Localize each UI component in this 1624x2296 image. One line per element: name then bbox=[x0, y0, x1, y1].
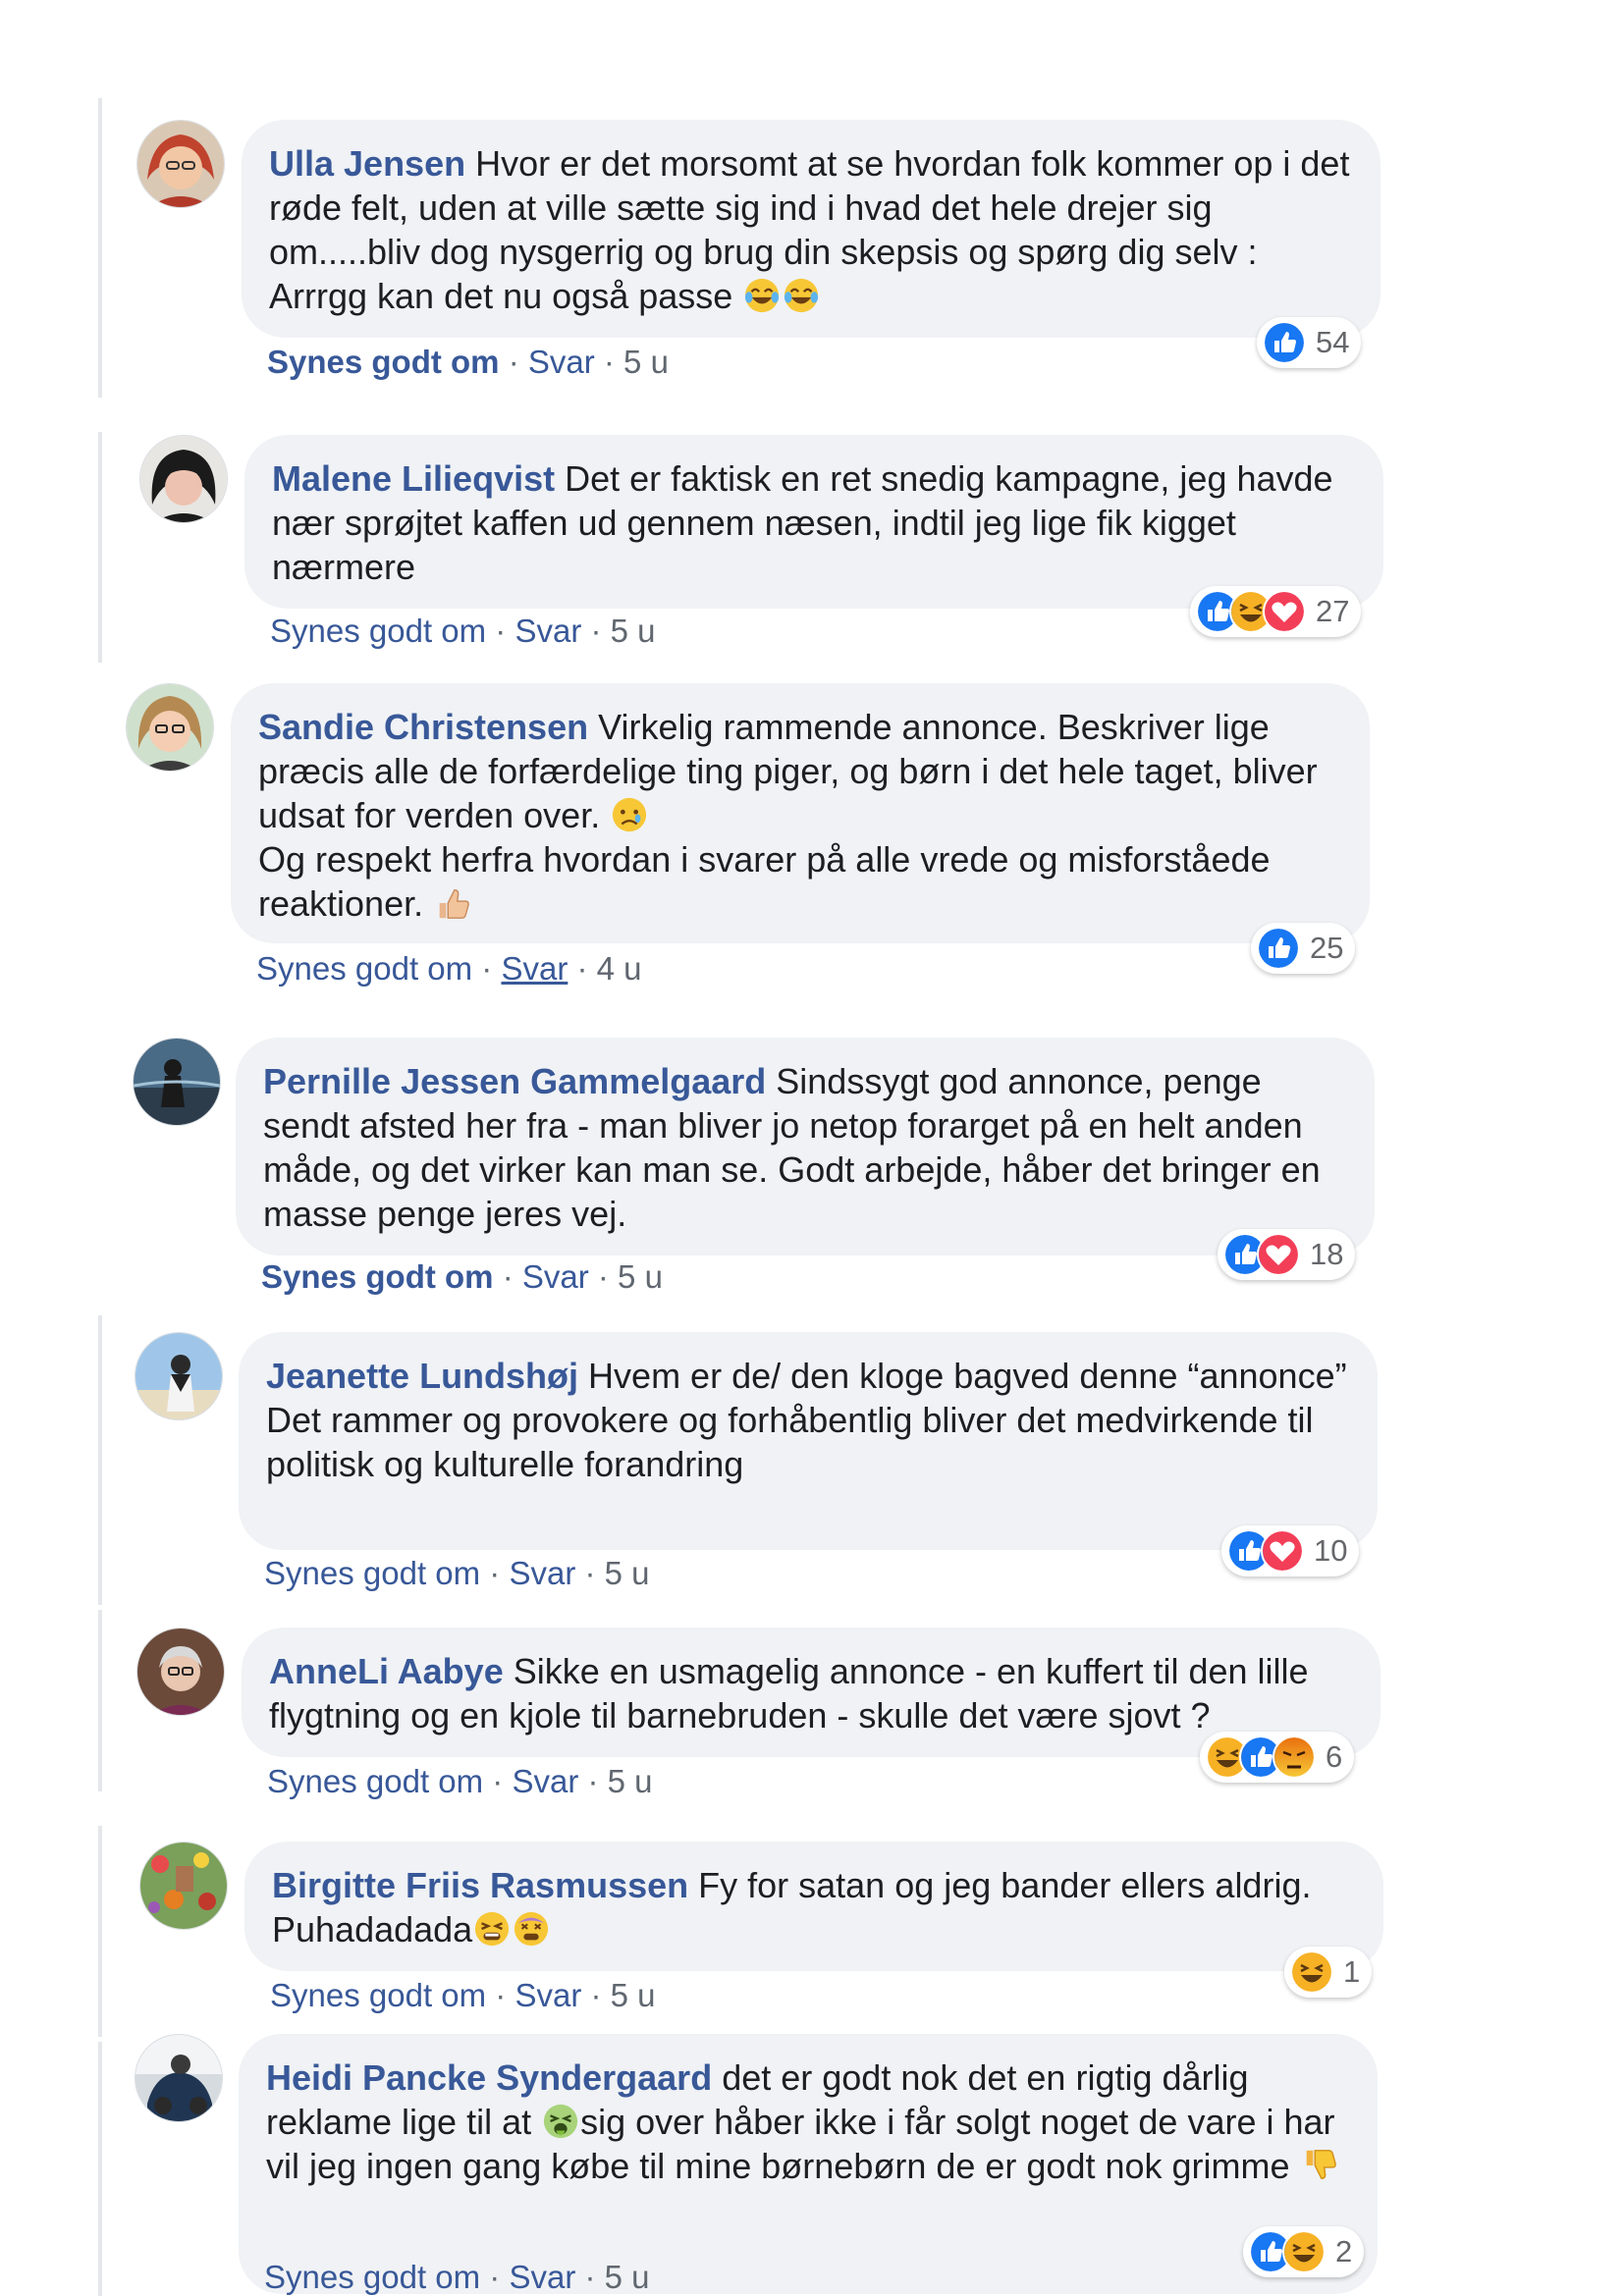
comment-timestamp[interactable]: 5 u bbox=[611, 613, 656, 649]
like-link[interactable]: Synes godt om bbox=[261, 1258, 494, 1295]
sad-tear-emoji bbox=[611, 796, 648, 833]
like-link[interactable]: Synes godt om bbox=[264, 1555, 480, 1591]
comment-actions: Synes godt om · Svar · 5 u bbox=[270, 1977, 656, 2013]
like-link[interactable]: Synes godt om bbox=[270, 613, 486, 649]
avatar[interactable] bbox=[139, 1842, 228, 1930]
comment-bubble: Sandie Christensen Virkelig rammende ann… bbox=[231, 683, 1370, 943]
comment-actions: Synes godt om · Svar · 4 u bbox=[256, 950, 642, 987]
love-reaction-icon bbox=[1263, 590, 1306, 633]
comment-text: Og respekt herfra hvordan i svarer på al… bbox=[258, 839, 1280, 924]
love-reaction-icon bbox=[1257, 1233, 1300, 1276]
tears-of-joy-emoji bbox=[743, 277, 781, 314]
like-link[interactable]: Synes godt om bbox=[270, 1977, 486, 2013]
thread-line bbox=[98, 2042, 102, 2296]
reply-link[interactable]: Svar bbox=[509, 1555, 575, 1591]
tears-of-joy-emoji bbox=[783, 277, 820, 314]
reply-link[interactable]: Svar bbox=[501, 950, 568, 987]
thread-line bbox=[98, 432, 102, 663]
like-link[interactable]: Synes godt om bbox=[267, 344, 500, 380]
reply-link[interactable]: Svar bbox=[512, 1763, 578, 1799]
reaction-summary[interactable]: 6 bbox=[1200, 1732, 1355, 1783]
reaction-summary[interactable]: 1 bbox=[1284, 1947, 1373, 1998]
comment-bubble: Malene Lilieqvist Det er faktisk en ret … bbox=[244, 435, 1383, 609]
avatar[interactable] bbox=[139, 435, 228, 523]
thread-line bbox=[98, 1826, 102, 2037]
reaction-summary[interactable]: 25 bbox=[1251, 923, 1356, 974]
thumbs-down-emoji bbox=[1301, 2147, 1338, 2184]
comment-bubble: Birgitte Friis Rasmussen Fy for satan og… bbox=[244, 1842, 1383, 1971]
reply-link[interactable]: Svar bbox=[514, 1977, 581, 2013]
reply-link[interactable]: Svar bbox=[514, 613, 581, 649]
tired-face-emoji bbox=[473, 1910, 511, 1948]
comment-actions: Synes godt om · Svar · 5 u bbox=[267, 1763, 653, 1799]
comment-actions: Synes godt om · Svar · 5 u bbox=[264, 2259, 650, 2295]
comment-author[interactable]: AnneLi Aabye bbox=[269, 1651, 504, 1691]
reaction-count: 1 bbox=[1343, 1954, 1361, 1989]
thread-line bbox=[98, 1315, 102, 1605]
comment-author[interactable]: Pernille Jessen Gammelgaard bbox=[263, 1061, 766, 1101]
like-reaction-icon bbox=[1263, 321, 1306, 364]
comment-bubble: Ulla Jensen Hvor er det morsomt at se hv… bbox=[242, 120, 1380, 338]
reaction-count: 25 bbox=[1310, 931, 1344, 965]
vomiting-face-emoji bbox=[542, 2103, 579, 2140]
reaction-summary[interactable]: 54 bbox=[1257, 317, 1362, 368]
comment-timestamp[interactable]: 5 u bbox=[618, 1258, 663, 1295]
comment-timestamp[interactable]: 5 u bbox=[623, 344, 669, 380]
comment-author[interactable]: Birgitte Friis Rasmussen bbox=[272, 1865, 688, 1905]
thumbs-up-emoji bbox=[434, 884, 471, 922]
comment-timestamp[interactable]: 5 u bbox=[608, 1763, 653, 1799]
comment-author[interactable]: Sandie Christensen bbox=[258, 707, 588, 747]
comment-timestamp[interactable]: 5 u bbox=[611, 1977, 656, 2013]
reaction-summary[interactable]: 18 bbox=[1218, 1229, 1356, 1280]
like-link[interactable]: Synes godt om bbox=[264, 2259, 480, 2295]
reaction-count: 10 bbox=[1314, 1533, 1348, 1568]
avatar[interactable] bbox=[135, 1332, 223, 1420]
like-reaction-icon bbox=[1257, 927, 1300, 970]
comment-author[interactable]: Malene Lilieqvist bbox=[272, 458, 555, 499]
reply-link[interactable]: Svar bbox=[509, 2259, 575, 2295]
reaction-count: 27 bbox=[1316, 594, 1350, 628]
reaction-summary[interactable]: 10 bbox=[1221, 1525, 1360, 1576]
comment-actions: Synes godt om · Svar · 5 u bbox=[270, 613, 656, 649]
reaction-count: 54 bbox=[1316, 325, 1350, 359]
like-link[interactable]: Synes godt om bbox=[256, 950, 472, 987]
reply-link[interactable]: Svar bbox=[522, 1258, 589, 1295]
comment-bubble: Pernille Jessen Gammelgaard Sindssygt go… bbox=[236, 1038, 1375, 1255]
dizzy-face-emoji bbox=[513, 1910, 550, 1948]
comment-author[interactable]: Ulla Jensen bbox=[269, 143, 465, 184]
comment-bubble: Heidi Pancke Syndergaard det er godt nok… bbox=[239, 2034, 1378, 2294]
like-link[interactable]: Synes godt om bbox=[267, 1763, 483, 1799]
avatar[interactable] bbox=[136, 120, 225, 208]
comment-text: Hvem er de/ den kloge bagved denne “anno… bbox=[578, 1356, 1347, 1396]
comment-actions: Synes godt om · Svar · 5 u bbox=[261, 1258, 663, 1295]
comment-actions: Synes godt om · Svar · 5 u bbox=[267, 344, 669, 380]
thread-line bbox=[98, 1610, 102, 1791]
comment-text: Det rammer og provokere og forhåbentlig … bbox=[266, 1400, 1324, 1484]
reaction-summary[interactable]: 27 bbox=[1190, 586, 1362, 637]
haha-reaction-icon bbox=[1282, 2230, 1326, 2273]
comment-actions: Synes godt om · Svar · 5 u bbox=[264, 1555, 650, 1591]
comment-timestamp[interactable]: 4 u bbox=[597, 950, 642, 987]
avatar[interactable] bbox=[126, 683, 214, 772]
reaction-count: 6 bbox=[1326, 1739, 1343, 1774]
comment-timestamp[interactable]: 5 u bbox=[605, 2259, 650, 2295]
comment-bubble: Jeanette Lundshøj Hvem er de/ den kloge … bbox=[239, 1332, 1378, 1550]
angry-reaction-icon bbox=[1272, 1735, 1316, 1779]
avatar[interactable] bbox=[135, 2034, 223, 2122]
comment-author[interactable]: Heidi Pancke Syndergaard bbox=[266, 2057, 712, 2098]
reaction-count: 18 bbox=[1310, 1237, 1344, 1271]
comment-author[interactable]: Jeanette Lundshøj bbox=[266, 1356, 578, 1396]
reaction-count: 2 bbox=[1335, 2234, 1353, 2269]
comment-timestamp[interactable]: 5 u bbox=[605, 1555, 650, 1591]
thread-line bbox=[98, 98, 102, 398]
love-reaction-icon bbox=[1261, 1529, 1304, 1573]
haha-reaction-icon bbox=[1290, 1950, 1333, 1994]
avatar[interactable] bbox=[136, 1628, 225, 1716]
reply-link[interactable]: Svar bbox=[528, 344, 595, 380]
reaction-summary[interactable]: 2 bbox=[1243, 2226, 1365, 2277]
avatar[interactable] bbox=[133, 1038, 221, 1126]
